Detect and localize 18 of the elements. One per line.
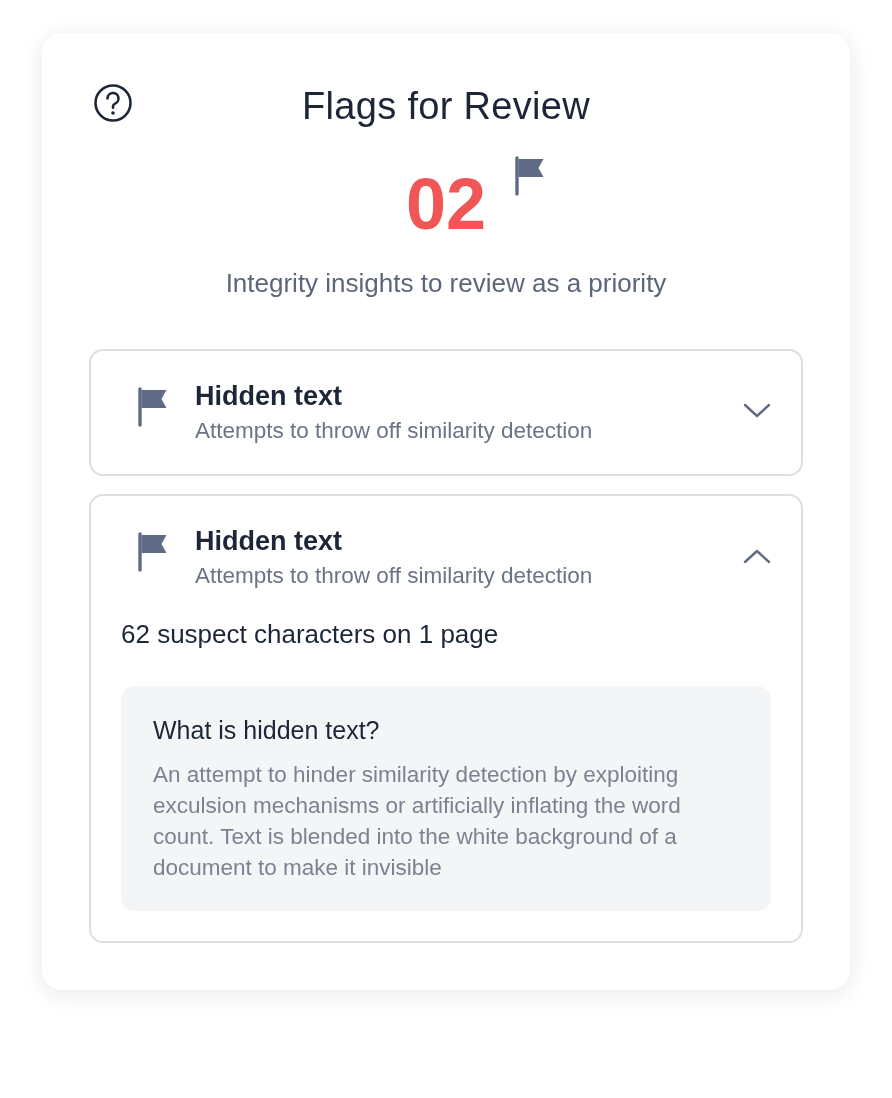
flag-description: Attempts to throw off similarity detection <box>195 418 594 444</box>
subtitle: Integrity insights to review as a priority <box>224 268 668 299</box>
flag-icon <box>137 532 169 572</box>
flag-title: Hidden text <box>195 526 343 557</box>
flag-description: Attempts to throw off similarity detection <box>195 563 594 589</box>
flag-count: 02 <box>405 168 487 240</box>
chevron-icon[interactable] <box>743 403 771 419</box>
flag-icon <box>514 156 546 196</box>
flag-title: Hidden text <box>195 381 343 412</box>
info-heading: What is hidden text? <box>153 716 381 745</box>
help-icon[interactable] <box>93 83 133 123</box>
card-title: Flags for Review <box>302 85 590 128</box>
flag-panel[interactable]: Hidden text Attempts to throw off similarity detection <box>89 349 803 476</box>
info-text: An attempt to hinder similarity detection by exploiting exculsion mechanisms or artificially inflating the word count. Text is blended into the white background of a document to make it invisible <box>153 761 682 882</box>
flag-panel[interactable] <box>89 494 803 943</box>
flag-summary: 62 suspect characters on 1 page <box>121 619 500 650</box>
flag-icon <box>137 387 169 427</box>
chevron-icon[interactable] <box>743 548 771 564</box>
